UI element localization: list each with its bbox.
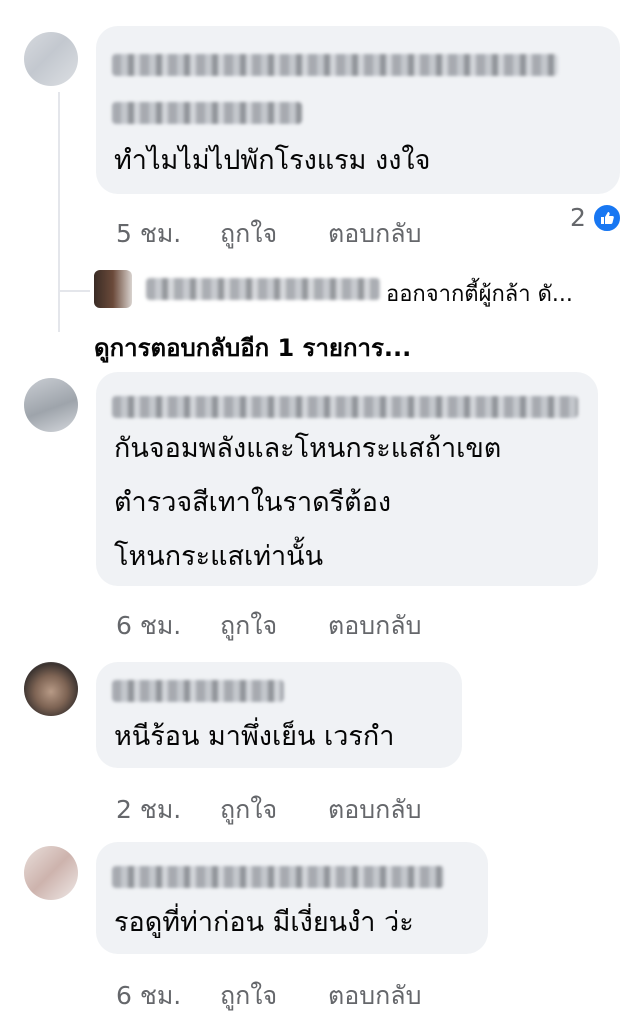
timestamp[interactable]: 6 ชม. xyxy=(116,606,181,646)
avatar[interactable] xyxy=(24,378,78,432)
comment-actions: 2 ชม. ถูกใจ ตอบกลับ xyxy=(116,790,516,824)
reply-button[interactable]: ตอบกลับ xyxy=(328,606,421,646)
comment-actions: 5 ชม. ถูกใจ ตอบกลับ xyxy=(116,214,516,248)
reply-button[interactable]: ตอบกลับ xyxy=(328,790,421,830)
reply-avatar[interactable] xyxy=(94,270,132,308)
comment-text: หนีร้อน มาพึ่งเย็น เวรกำ xyxy=(114,721,395,752)
commenter-name-blurred[interactable] xyxy=(112,102,302,124)
comment-bubble: หนีร้อน มาพึ่งเย็น เวรกำ xyxy=(96,662,462,768)
thread-branch xyxy=(58,290,90,292)
view-more-replies-link[interactable]: ดูการตอบกลับอีก 1 รายการ... xyxy=(94,328,411,367)
like-button[interactable]: ถูกใจ xyxy=(220,214,277,254)
reply-button[interactable]: ตอบกลับ xyxy=(328,214,421,254)
avatar[interactable] xyxy=(24,846,78,900)
comment-actions: 6 ชม. ถูกใจ ตอบกลับ xyxy=(116,976,516,1010)
timestamp[interactable]: 2 ชม. xyxy=(116,790,181,830)
comment-text: กันจอมพลังและโหนกระแสถ้าเขต xyxy=(114,433,502,464)
timestamp[interactable]: 5 ชม. xyxy=(116,214,181,254)
thumbs-up-icon[interactable] xyxy=(592,203,622,233)
comment-bubble: รอดูที่ท่าก่อน มีเงี่ยนงำ ว่ะ xyxy=(96,842,488,954)
like-button[interactable]: ถูกใจ xyxy=(220,790,277,830)
comment-text: ตำรวจสีเทาในราดรีต้อง xyxy=(114,487,392,518)
commenter-name-blurred[interactable] xyxy=(112,866,444,888)
avatar[interactable] xyxy=(24,662,78,716)
commenter-name-blurred[interactable] xyxy=(112,54,558,76)
comment-actions: 6 ชม. ถูกใจ ตอบกลับ xyxy=(116,606,516,640)
thread-line xyxy=(58,92,60,332)
reaction-count[interactable]: 2 xyxy=(570,203,586,232)
commenter-name-blurred[interactable] xyxy=(112,680,284,702)
timestamp[interactable]: 6 ชม. xyxy=(116,976,181,1016)
avatar[interactable] xyxy=(24,32,78,86)
reply-preview-text[interactable]: ออกจากตี้ผู้กล้า ดั... xyxy=(386,276,573,311)
comment-text: รอดูที่ท่าก่อน มีเงี่ยนงำ ว่ะ xyxy=(114,907,414,938)
like-button[interactable]: ถูกใจ xyxy=(220,606,277,646)
reply-button[interactable]: ตอบกลับ xyxy=(328,976,421,1016)
comment-text: ทำไมไม่ไปพักโรงแรม งงใจ xyxy=(114,145,431,176)
commenter-name-blurred[interactable] xyxy=(112,396,578,418)
comment-text: โหนกระแสเท่านั้น xyxy=(114,541,324,572)
comment-bubble: ทำไมไม่ไปพักโรงแรม งงใจ xyxy=(96,26,620,194)
reply-author-blurred[interactable] xyxy=(146,278,380,300)
like-button[interactable]: ถูกใจ xyxy=(220,976,277,1016)
comment-bubble: กันจอมพลังและโหนกระแสถ้าเขต ตำรวจสีเทาใน… xyxy=(96,372,598,586)
